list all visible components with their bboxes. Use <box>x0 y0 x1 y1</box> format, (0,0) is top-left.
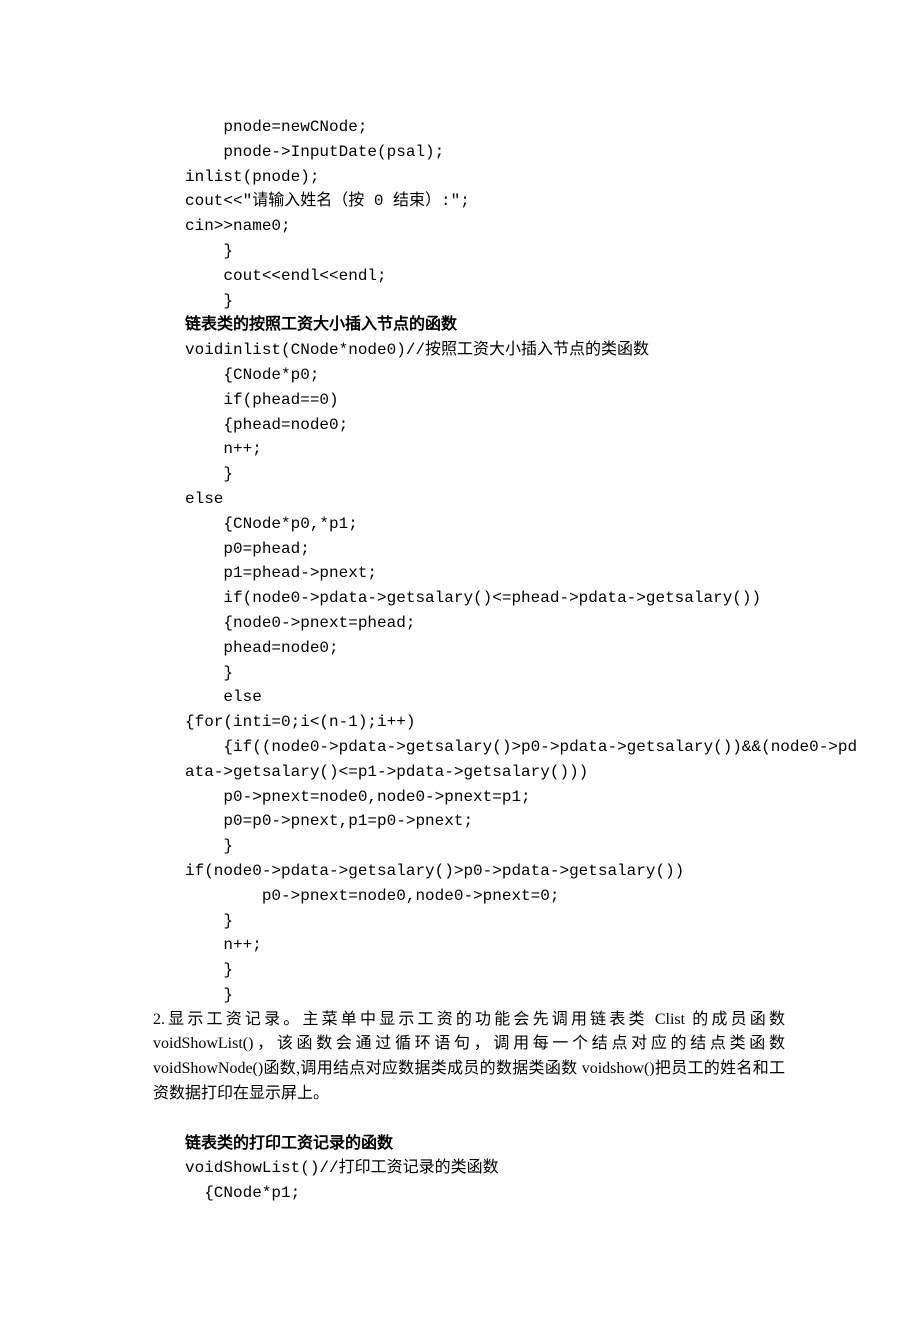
code-line: p0->pnext=node0,node0->pnext=p1; <box>185 785 785 810</box>
code-line: n++; <box>185 933 785 958</box>
code-line: {if((node0->pdata->getsalary()>p0->pdata… <box>185 735 785 760</box>
code-line: cout<<endl<<endl; <box>185 264 785 289</box>
code-line: {node0->pnext=phead; <box>185 611 785 636</box>
code-line: p0=phead; <box>185 537 785 562</box>
code-line: else <box>185 487 785 512</box>
document-page: pnode=newCNode; pnode->InputDate(psal); … <box>0 0 920 1321</box>
code-line: else <box>185 685 785 710</box>
code-line: p0=p0->pnext,p1=p0->pnext; <box>185 809 785 834</box>
code-line: {CNode*p0; <box>185 363 785 388</box>
code-block-3: voidShowList()//打印工资记录的类函数 {CNode*p1; <box>185 1156 785 1206</box>
section-heading-showlist: 链表类的打印工资记录的函数 <box>185 1132 785 1157</box>
code-line: p1=phead->pnext; <box>185 561 785 586</box>
code-line: cout<<"请输入姓名（按 0 结束）:"; <box>185 189 785 214</box>
code-block-2: voidinlist(CNode*node0)//按照工资大小插入节点的类函数 … <box>185 338 785 1008</box>
code-line: inlist(pnode); <box>185 165 785 190</box>
code-line: voidShowList()//打印工资记录的类函数 <box>185 1156 785 1181</box>
blank-line <box>185 1107 785 1132</box>
code-line: } <box>185 661 785 686</box>
code-line: } <box>185 909 785 934</box>
code-line: } <box>185 462 785 487</box>
code-line: if(node0->pdata->getsalary()>p0->pdata->… <box>185 859 785 884</box>
code-line: phead=node0; <box>185 636 785 661</box>
code-line: {CNode*p0,*p1; <box>185 512 785 537</box>
code-line: } <box>185 983 785 1008</box>
code-line: {phead=node0; <box>185 413 785 438</box>
code-line: p0->pnext=node0,node0->pnext=0; <box>185 884 785 909</box>
code-line: pnode=newCNode; <box>185 115 785 140</box>
code-line: {for(inti=0;i<(n-1);i++) <box>185 710 785 735</box>
code-block-1: pnode=newCNode; pnode->InputDate(psal); … <box>185 115 785 313</box>
section-heading-inlist: 链表类的按照工资大小插入节点的函数 <box>185 313 785 338</box>
code-line: } <box>185 239 785 264</box>
code-line: pnode->InputDate(psal); <box>185 140 785 165</box>
code-line: voidinlist(CNode*node0)//按照工资大小插入节点的类函数 <box>185 338 785 363</box>
code-line: {CNode*p1; <box>185 1181 785 1206</box>
paragraph-show-list-description: 2.显示工资记录。主菜单中显示工资的功能会先调用链表类 Clist 的成员函数 … <box>153 1008 785 1107</box>
code-line: if(phead==0) <box>185 388 785 413</box>
code-line: } <box>185 289 785 314</box>
code-line: if(node0->pdata->getsalary()<=phead->pda… <box>185 586 785 611</box>
code-line: n++; <box>185 437 785 462</box>
code-line: } <box>185 958 785 983</box>
code-line: } <box>185 834 785 859</box>
code-line: ata->getsalary()<=p1->pdata->getsalary()… <box>185 760 785 785</box>
code-line: cin>>name0; <box>185 214 785 239</box>
